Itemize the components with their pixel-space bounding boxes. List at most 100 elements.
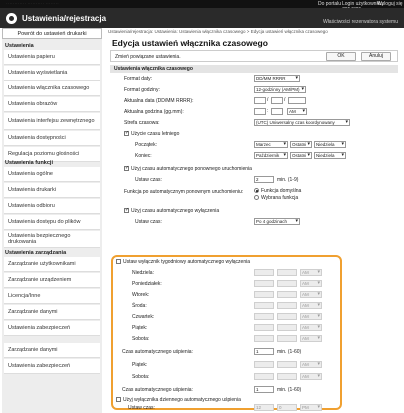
sidebar-item-file-access[interactable]: Ustawienia dostępu do plików (4, 215, 100, 230)
action-bar: Zmień powiązane ustawienia. OK Anuluj (110, 50, 398, 62)
tuesday-hour-input[interactable] (254, 291, 274, 298)
friday-hour-input[interactable] (254, 324, 274, 331)
auto-shutdown-checkbox[interactable] (124, 207, 129, 213)
sidebar-item-secure-print[interactable]: Ustawienia bezpiecznego drukowania (4, 231, 100, 248)
sleep-saturday-hour[interactable] (254, 373, 274, 380)
after-reset-selected-label: Wybrana funkcja (261, 195, 299, 201)
date-sep-1: / (267, 97, 269, 103)
sidebar-item-timer[interactable]: Ustawienia włącznika czasowego (4, 81, 100, 96)
monday-hour-input[interactable] (254, 280, 274, 287)
wednesday-hour-input[interactable] (254, 302, 274, 309)
ok-button[interactable]: OK (326, 52, 356, 61)
weekly-timer-checkbox[interactable] (116, 259, 121, 264)
sidebar-heading-functions: Ustawienia funkcji (5, 160, 53, 166)
sleep2-label: Czas automatycznego uśpienia: (122, 387, 193, 393)
friday-minute-input[interactable] (277, 324, 297, 331)
logout-link[interactable]: Wyloguj się (377, 1, 403, 7)
sidebar-item-general[interactable]: Ustawienia ogólne (4, 167, 100, 182)
sidebar-item-license[interactable]: Licencja/Inne (4, 289, 100, 304)
date-year-input[interactable] (288, 97, 306, 104)
monday-ampm-select[interactable]: AM (300, 280, 322, 287)
breadcrumb: Ustawienia/rejestracja: Ustawienia: Usta… (108, 29, 328, 34)
auto-reset-checkbox[interactable] (124, 165, 129, 171)
timezone-select[interactable]: (UTC) Uniwersalny czas koordynowany (254, 119, 350, 126)
thursday-ampm-select[interactable]: AM (300, 313, 322, 320)
admin-label: Właściwości rezerwatora systemu (322, 19, 398, 25)
time-ampm-select[interactable]: AM (287, 108, 307, 115)
saturday-hour-input[interactable] (254, 335, 274, 342)
day-label-monday: Poniedziałek: (132, 281, 162, 287)
dst-end-day-select[interactable]: Niedziela (314, 152, 346, 159)
saturday-minute-input[interactable] (277, 335, 297, 342)
daily-sleep-hour[interactable]: 12 (254, 404, 274, 411)
auto-shutdown-time-select[interactable]: Po 4 godzinach (254, 218, 300, 225)
after-reset-default-radio[interactable] (254, 188, 259, 193)
time-format-label: Format godziny: (124, 87, 160, 93)
day-label-saturday: Sobota: (132, 336, 150, 342)
dst-end-label: Koniec: (135, 153, 152, 159)
sleep-friday-hour[interactable] (254, 361, 274, 368)
daily-sleep-ampm[interactable]: PM (300, 404, 322, 411)
sidebar-item-users[interactable]: Zarządzanie użytkownikami (4, 257, 100, 272)
sidebar-item-receive[interactable]: Ustawienia odbioru (4, 199, 100, 214)
daily-sleep-checkbox[interactable] (116, 397, 121, 402)
date-day-input[interactable] (254, 97, 266, 104)
dst-end-month-select[interactable]: Październik (254, 152, 288, 159)
wednesday-ampm-select[interactable]: AM (300, 302, 322, 309)
after-reset-default-label: Funkcja domyślna (261, 188, 302, 194)
sidebar-item-data-2[interactable]: Zarządzanie danymi (4, 343, 100, 358)
dst-checkbox[interactable] (124, 130, 129, 136)
auto-reset-time-input[interactable]: 2 (254, 176, 274, 183)
sidebar-item-data[interactable]: Zarządzanie danymi (4, 305, 100, 320)
sleep2-input[interactable]: 1 (254, 386, 274, 393)
time-hour-input[interactable] (254, 108, 266, 115)
sidebar-item-image[interactable]: Ustawienia obrazów (4, 97, 100, 112)
sidebar-item-security-2[interactable]: Ustawienia zabezpieczeń (4, 359, 100, 374)
date-format-select[interactable]: DD/MM RRRR (254, 75, 300, 82)
current-date-label: Aktualna data (DD/MM RRRR): (124, 98, 194, 104)
sidebar-item-accessibility[interactable]: Ustawienia dostępności (4, 131, 100, 146)
sleep-friday-minute[interactable] (277, 361, 297, 368)
sleep-friday-ampm[interactable]: AM (300, 361, 322, 368)
sidebar-item-printer[interactable]: Ustawienia drukarki (4, 183, 100, 198)
time-minute-input[interactable] (271, 108, 283, 115)
wednesday-minute-input[interactable] (277, 302, 297, 309)
settings-logo-icon (6, 13, 17, 24)
sidebar-item-interface[interactable]: Ustawienia interfejsu zewnętrznego (4, 113, 100, 130)
sidebar-item-device[interactable]: Zarządzanie urządzeniem (4, 273, 100, 288)
dst-label: Użycie czasu letniego (131, 131, 180, 137)
dst-start-week-select[interactable]: Ostatni (290, 141, 312, 148)
time-format-select[interactable]: 12-godzinny (AM/PM) (254, 86, 306, 93)
sidebar-item-display[interactable]: Ustawienia wyświetlania (4, 66, 100, 81)
tuesday-ampm-select[interactable]: AM (300, 291, 322, 298)
day-label-thursday: Czwartek: (132, 314, 155, 320)
daily-sleep-minute[interactable]: 0 (277, 404, 297, 411)
cancel-button[interactable]: Anuluj (361, 52, 391, 61)
tuesday-minute-input[interactable] (277, 291, 297, 298)
sunday-ampm-select[interactable]: AM (300, 269, 322, 276)
header-title: Ustawienia/rejestracja (22, 14, 107, 23)
sleep-saturday-ampm[interactable]: AM (300, 373, 322, 380)
sleep-saturday-minute[interactable] (277, 373, 297, 380)
date-format-label: Format daty: (124, 76, 153, 82)
monday-minute-input[interactable] (277, 280, 297, 287)
saturday-ampm-select[interactable]: AM (300, 335, 322, 342)
sleep-input[interactable]: 1 (254, 348, 274, 355)
thursday-minute-input[interactable] (277, 313, 297, 320)
dst-start-day-select[interactable]: Niedziela (314, 141, 346, 148)
sunday-minute-input[interactable] (277, 269, 297, 276)
sleep-day-friday: Piątek: (132, 362, 148, 368)
dst-start-month-select[interactable]: Marzec (254, 141, 288, 148)
thursday-hour-input[interactable] (254, 313, 274, 320)
date-month-input[interactable] (271, 97, 283, 104)
after-reset-selected-radio[interactable] (254, 195, 259, 200)
sunday-hour-input[interactable] (254, 269, 274, 276)
friday-ampm-select[interactable]: AM (300, 324, 322, 331)
portal-link[interactable]: Do portalu (318, 1, 341, 7)
sidebar-item-security[interactable]: Ustawienia zabezpieczeń (4, 321, 100, 336)
dst-end-week-select[interactable]: Ostatni (290, 152, 312, 159)
back-button[interactable]: Powrót do ustawień drukarki (2, 28, 102, 39)
after-reset-label: Funkcja po automatycznym ponownym urucho… (124, 189, 244, 195)
sidebar-item-paper[interactable]: Ustawienia papieru (4, 50, 100, 65)
sidebar-heading-management: Ustawienia zarządzania (5, 250, 67, 256)
